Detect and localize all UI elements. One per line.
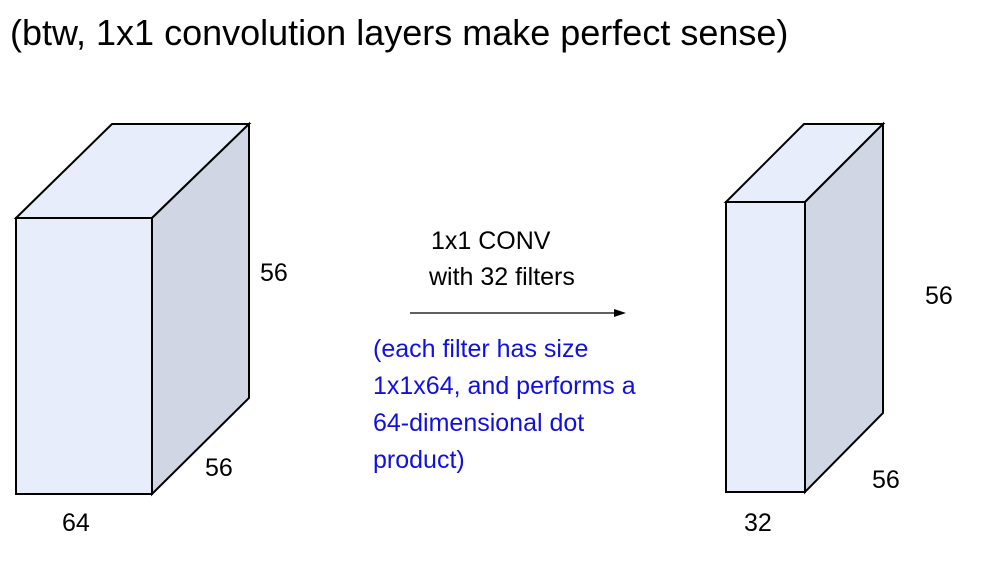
input-height-label: 56 bbox=[260, 259, 288, 287]
conv-op-label: 1x1 CONV bbox=[431, 227, 551, 255]
output-height-label: 56 bbox=[925, 282, 953, 310]
output-depth-label: 56 bbox=[872, 466, 900, 494]
output-volume bbox=[723, 121, 886, 495]
input-volume bbox=[13, 121, 252, 497]
note-line-3: 64-dimensional dot bbox=[373, 409, 584, 437]
input-depth-label: 56 bbox=[205, 454, 233, 482]
arrow-head bbox=[614, 309, 626, 317]
input-volume-front-face bbox=[15, 217, 153, 495]
filter-note: (each filter has size 1x1x64, and perfor… bbox=[373, 335, 636, 474]
note-line-2: 1x1x64, and performs a bbox=[373, 372, 636, 400]
output-width-label: 32 bbox=[744, 509, 772, 537]
arrow bbox=[410, 309, 626, 317]
conv-filters-label: with 32 filters bbox=[428, 263, 575, 291]
conv-diagram: 56 56 64 1x1 CONV with 32 filters (each … bbox=[13, 121, 953, 537]
output-volume-front-face bbox=[725, 201, 806, 493]
note-line-4: product) bbox=[373, 446, 465, 474]
note-line-1: (each filter has size bbox=[373, 335, 588, 363]
input-width-label: 64 bbox=[62, 509, 90, 537]
